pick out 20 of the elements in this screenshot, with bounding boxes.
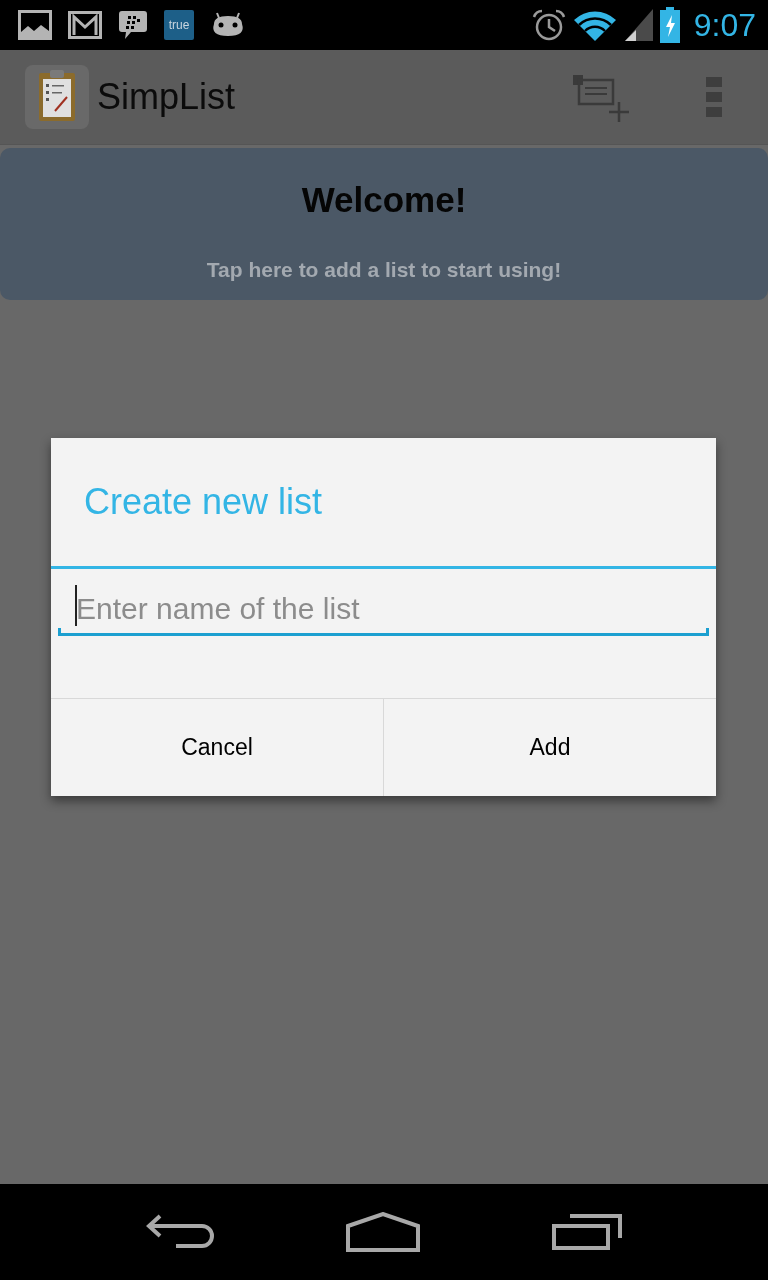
battery-icon (659, 7, 680, 43)
robot-icon (210, 12, 246, 38)
welcome-title: Welcome! (301, 179, 467, 221)
app-logo: true (164, 10, 194, 40)
dialog-title: Create new list (83, 480, 324, 524)
app-title: SimpList (97, 76, 236, 118)
welcome-hint: Tap here to add a list to start using! (206, 257, 562, 283)
recent-apps-icon[interactable] (552, 1214, 622, 1250)
signal-icon (623, 8, 654, 42)
chat-bubble-icon (118, 10, 148, 40)
mail-icon (68, 11, 102, 39)
home-icon[interactable] (346, 1212, 420, 1252)
add-button[interactable]: Add (383, 699, 716, 796)
clock-time: 9:07 (693, 7, 756, 43)
clipboard-icon[interactable] (25, 65, 89, 129)
list-name-field[interactable]: Enter name of the list (58, 584, 709, 636)
picture-icon (18, 10, 52, 40)
cancel-button[interactable]: Cancel (51, 699, 383, 796)
alarm-clock-icon (531, 9, 566, 41)
back-icon[interactable] (146, 1214, 214, 1250)
